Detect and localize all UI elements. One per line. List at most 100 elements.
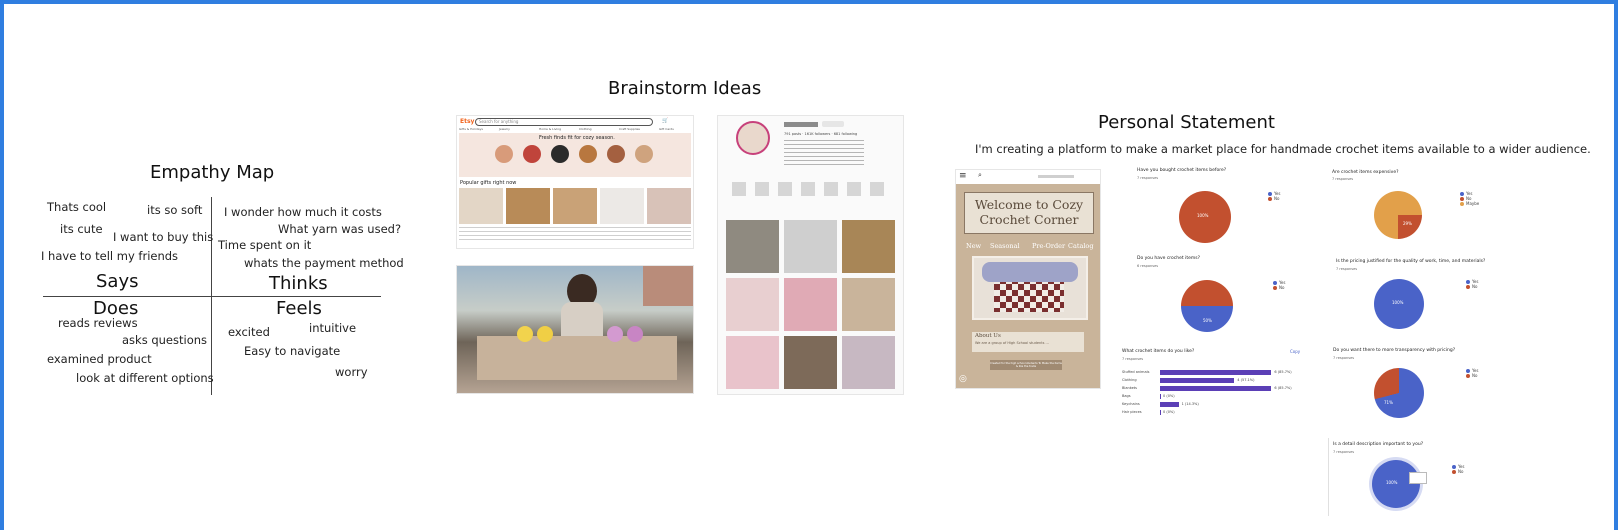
etsy-screenshot[interactable]: Etsy Search for anything 🛒 Gifts & Holid…	[457, 116, 693, 248]
pie-chart: 71%	[1374, 368, 1424, 418]
survey-count: 7 responses	[1333, 356, 1355, 360]
survey-count: 7 responses	[1333, 450, 1355, 454]
market-stall-photo	[457, 266, 693, 393]
survey-question: Is the pricing justified for the quality…	[1336, 259, 1486, 264]
survey-question: Do you have crochet items?	[1137, 256, 1200, 261]
bar-value: 6 (85.7%)	[1274, 370, 1292, 374]
instagram-icon[interactable]: ◎	[959, 374, 967, 384]
post-thumb[interactable]	[726, 278, 779, 331]
about-us-panel: About Us We are a group of High School s…	[972, 332, 1084, 352]
pie-legend: Yes No Maybe	[1460, 191, 1479, 206]
survey-count: 7 responses	[1137, 176, 1159, 180]
bar	[1160, 394, 1161, 399]
pie-legend: Yes No	[1268, 191, 1280, 201]
bar-chart: Stuffed animals 6 (85.7%) Clothing 4 (57.1%…	[1122, 366, 1312, 426]
product-thumb[interactable]	[553, 188, 597, 224]
mockup-nav-preorder[interactable]: Pre-Order	[1032, 242, 1065, 250]
post-thumb[interactable]	[842, 278, 895, 331]
instagram-profile-screenshot[interactable]: 791 posts · 161K followers · 681 followi…	[718, 116, 903, 394]
product-thumb[interactable]	[459, 188, 503, 224]
sticky-note: reads reviews	[58, 316, 138, 330]
bar	[1160, 386, 1272, 391]
product-captions	[459, 227, 691, 243]
empathy-map-title: Empathy Map	[150, 162, 275, 183]
etsy-search-input[interactable]: Search for anything	[475, 118, 653, 126]
bar-label: Bags	[1122, 394, 1131, 398]
post-thumb[interactable]	[842, 336, 895, 389]
pie-chart: 100%	[1374, 279, 1424, 329]
survey-question: Are crochet items expensive?	[1332, 170, 1399, 175]
sticky-note: I have to tell my friends	[41, 249, 179, 263]
mockup-hero: Welcome to Cozy Crochet Corner	[964, 192, 1094, 234]
search-icon[interactable]: ⌕	[978, 171, 982, 180]
menu-icon[interactable]: ≡	[959, 171, 967, 181]
product-thumb[interactable]	[600, 188, 644, 224]
cart-icon[interactable]: 🛒	[662, 118, 668, 124]
quadrant-label-says: Says	[96, 271, 139, 292]
website-mockup[interactable]: ≡ ⌕ Welcome to Cozy Crochet Corner New S…	[956, 170, 1100, 388]
quadrant-label-feels: Feels	[276, 298, 322, 319]
survey-question: What crochet items do you like?	[1122, 349, 1195, 354]
bar-value: 0 (0%)	[1163, 394, 1175, 398]
follow-button[interactable]	[822, 121, 844, 127]
post-thumb[interactable]	[784, 278, 837, 331]
bar	[1160, 370, 1272, 375]
personal-statement-text: I'm creating a platform to make a market…	[975, 142, 1591, 156]
mockup-nav-seasonal[interactable]: Seasonal	[990, 242, 1020, 250]
banner-sign	[643, 266, 693, 306]
sticky-note: I wonder how much it costs	[224, 205, 382, 219]
pie-chart: 29%	[1374, 191, 1422, 239]
post-thumb[interactable]	[784, 220, 837, 273]
mockup-product-image	[972, 256, 1088, 320]
survey-count: 7 responses	[1332, 177, 1354, 181]
table-display	[477, 336, 677, 380]
chart-tooltip	[1409, 472, 1427, 484]
highlight-row[interactable]	[732, 182, 892, 196]
mockup-footer-button[interactable]: Created for the high school students To …	[990, 360, 1062, 370]
bar-label: Stuffed animals	[1122, 370, 1150, 374]
mockup-header: ≡ ⌕	[956, 170, 1100, 184]
sticky-note: intuitive	[309, 321, 357, 335]
bar-value: 0 (0%)	[1163, 410, 1175, 414]
sticky-note: What yarn was used?	[278, 222, 402, 236]
bar-value: 4 (57.1%)	[1237, 378, 1255, 382]
bar	[1160, 378, 1235, 383]
quadrant-label-thinks: Thinks	[269, 273, 328, 294]
product-thumb[interactable]	[647, 188, 691, 224]
post-thumb[interactable]	[842, 220, 895, 273]
pie-legend: Yes No	[1452, 464, 1464, 474]
bar-label: Keychains	[1122, 402, 1140, 406]
survey-count: 6 responses	[1137, 264, 1159, 268]
etsy-logo: Etsy	[460, 118, 475, 125]
sticky-note: whats the payment method	[244, 256, 404, 270]
survey-question: Is a detail description important to you…	[1333, 442, 1424, 447]
sticky-note: Time spent on it	[218, 238, 312, 252]
sticky-note: look at different options	[76, 371, 214, 385]
avatar	[736, 121, 770, 155]
etsy-banner: Fresh finds fit for cozy season.	[459, 133, 691, 177]
sticky-note: its so soft	[147, 203, 203, 217]
pie-chart: 100%	[1372, 460, 1420, 508]
brainstorm-title: Brainstorm Ideas	[608, 78, 762, 99]
etsy-section-title: Popular gifts right now	[460, 180, 517, 186]
mockup-nav-catalog[interactable]: Catalog	[1068, 242, 1094, 250]
survey-question: Do you want there to more transparency w…	[1333, 348, 1456, 353]
bar-value: 6 (85.7%)	[1274, 386, 1292, 390]
sticky-note: asks questions	[122, 333, 208, 347]
survey-question: Have you bought crochet items before?	[1137, 168, 1227, 173]
bar-label: Blankets	[1122, 386, 1137, 390]
post-thumb[interactable]	[726, 220, 779, 273]
post-thumb[interactable]	[726, 336, 779, 389]
copy-chart-button[interactable]: Copy	[1290, 349, 1300, 354]
post-thumb[interactable]	[784, 336, 837, 389]
bar-label: Hair pieces	[1122, 410, 1142, 414]
profile-bio	[784, 140, 864, 168]
sticky-note: its cute	[60, 222, 103, 236]
product-thumb[interactable]	[506, 188, 550, 224]
mockup-nav-new[interactable]: New	[966, 242, 981, 250]
sticky-note: worry	[335, 365, 368, 379]
pie-chart: 50%	[1181, 280, 1233, 332]
sticky-note: Easy to navigate	[244, 344, 341, 358]
bar	[1160, 410, 1161, 415]
bar-label: Clothing	[1122, 378, 1137, 382]
